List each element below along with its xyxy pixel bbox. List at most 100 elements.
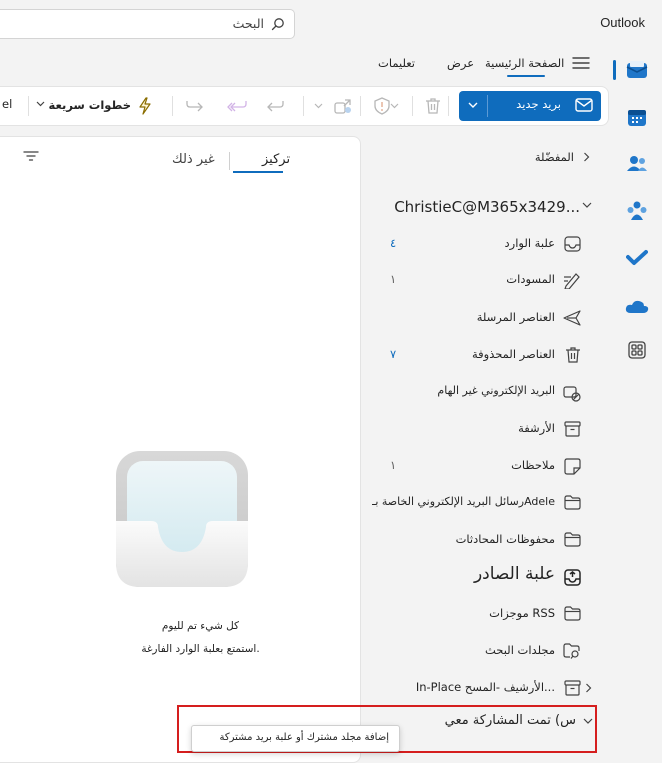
- folder-label: العناصر المحذوفة: [471, 347, 555, 361]
- empty-inbox-illustration: [113, 449, 251, 591]
- move-to-folder-icon[interactable]: [333, 97, 353, 115]
- folder-deleted[interactable]: العناصر المحذوفة ٧: [360, 337, 605, 373]
- tab-home[interactable]: الصفحة الرئيسية: [485, 56, 564, 70]
- inbox-icon: [564, 236, 581, 252]
- notes-icon: [564, 458, 581, 475]
- quick-steps-label: خطوات سريعة: [48, 98, 131, 112]
- chevron-down-icon[interactable]: [36, 101, 45, 107]
- sent-icon: [563, 310, 581, 326]
- onedrive-app-icon[interactable]: [624, 293, 650, 319]
- archive-icon: [564, 421, 581, 437]
- folder-label: علبة الصادر: [473, 564, 555, 584]
- search-input[interactable]: البحث: [0, 9, 295, 39]
- folder-label: In-Place الأرشيف -المسح...: [415, 680, 555, 694]
- quick-steps-button[interactable]: خطوات سريعة: [49, 91, 159, 121]
- tab-other[interactable]: غير ذلك: [172, 152, 215, 167]
- trash-icon: [565, 346, 581, 364]
- folder-adele-emails[interactable]: رسائل البريد الإلكتروني الخاصة بـAdele: [360, 485, 605, 521]
- add-shared-folder-tooltip[interactable]: إضافة مجلد مشترك أو علبة بريد مشتركة: [191, 725, 400, 752]
- truncated-command-label[interactable]: el: [2, 97, 12, 111]
- folder-label: الأرشفة: [518, 421, 555, 435]
- folder-label: رسائل البريد الإلكتروني الخاصة بـAdele: [372, 495, 555, 508]
- delete-icon[interactable]: [425, 97, 441, 115]
- forward-icon[interactable]: [186, 97, 204, 113]
- more-apps-icon[interactable]: [624, 337, 650, 363]
- calendar-app-icon[interactable]: [624, 105, 650, 131]
- empty-state-title: كل شيء تم لليوم: [161, 620, 240, 632]
- favorites-header[interactable]: المفضّلة: [535, 150, 574, 164]
- folder-icon: [564, 606, 581, 621]
- folder-icon: [564, 532, 581, 547]
- filter-icon[interactable]: [23, 150, 39, 162]
- new-mail-button[interactable]: بريد جديد: [459, 91, 601, 121]
- folder-conversation-history[interactable]: محفوظات المحادثات: [360, 522, 605, 558]
- folder-junk[interactable]: البريد الإلكتروني غير الهام: [360, 374, 605, 410]
- search-folder-icon: [563, 643, 581, 660]
- tab-help[interactable]: تعليمات: [378, 56, 415, 70]
- search-icon: [271, 17, 285, 31]
- people-app-icon[interactable]: [624, 151, 650, 177]
- reply-icon[interactable]: [266, 97, 284, 113]
- divider: [28, 96, 29, 116]
- rail-active-indicator: [613, 60, 616, 80]
- folder-sent[interactable]: العناصر المرسلة: [360, 300, 605, 336]
- hamburger-menu-icon[interactable]: [572, 56, 590, 70]
- tab-home-underline: [507, 75, 545, 77]
- item-count: ١: [390, 458, 397, 472]
- folder-label: البريد الإلكتروني غير الهام: [437, 384, 555, 397]
- reply-all-icon[interactable]: [227, 97, 247, 113]
- divider: [303, 96, 304, 116]
- folder-label: علبة الوارد: [504, 236, 555, 250]
- chevron-right-icon[interactable]: [585, 683, 592, 693]
- empty-state-subtitle: استمتع بعلبة الوارد الفارغة.: [141, 643, 260, 655]
- folder-label: ملاحظات: [511, 458, 555, 472]
- account-header[interactable]: ChristieC@M365x3429...: [394, 198, 580, 216]
- folder-search-folders[interactable]: مجلدات البحث: [360, 633, 605, 669]
- shared-with-me-header[interactable]: س) تمت المشاركة معي: [445, 713, 576, 728]
- divider: [360, 96, 361, 116]
- mail-icon: [575, 98, 593, 112]
- tab-view[interactable]: عرض: [447, 56, 474, 70]
- divider: [448, 96, 449, 116]
- chevron-down-icon[interactable]: [314, 103, 323, 109]
- chevron-down-icon[interactable]: [583, 718, 593, 725]
- chevron-down-icon[interactable]: [582, 202, 592, 209]
- folder-archive[interactable]: الأرشفة: [360, 411, 605, 447]
- folder-icon: [564, 495, 581, 510]
- new-mail-label: بريد جديد: [516, 97, 561, 111]
- chevron-down-icon[interactable]: [468, 101, 478, 109]
- folder-rss[interactable]: موجزات RSS: [360, 596, 605, 632]
- folder-label: محفوظات المحادثات: [455, 532, 555, 546]
- folder-in-place-archive[interactable]: In-Place الأرشيف -المسح...: [360, 670, 605, 706]
- archive-icon: [564, 680, 581, 696]
- divider: [229, 152, 230, 170]
- drafts-icon: [563, 272, 581, 289]
- tab-focused[interactable]: تركيز: [262, 152, 290, 167]
- folder-label: مجلدات البحث: [485, 643, 555, 657]
- chevron-down-icon[interactable]: [390, 103, 399, 109]
- todo-app-icon[interactable]: [624, 245, 650, 271]
- folder-label: موجزات RSS: [489, 606, 555, 620]
- item-count: ١: [390, 272, 397, 286]
- unread-count: ٤: [390, 236, 397, 250]
- folder-outbox[interactable]: علبة الصادر: [360, 559, 605, 595]
- app-title: Outlook: [600, 15, 645, 30]
- unread-count: ٧: [390, 347, 397, 361]
- chevron-right-icon[interactable]: [583, 152, 590, 162]
- tab-focused-underline: [233, 171, 283, 173]
- folder-label: المسودات: [506, 272, 555, 286]
- tooltip-text: إضافة مجلد مشترك أو علبة بريد مشتركة: [219, 732, 390, 743]
- outbox-icon: [564, 569, 581, 586]
- folder-notes[interactable]: ملاحظات ١: [360, 448, 605, 484]
- lightning-icon: [137, 97, 153, 115]
- groups-app-icon[interactable]: [624, 198, 650, 224]
- new-mail-split-divider: [487, 95, 488, 117]
- folder-inbox[interactable]: علبة الوارد ٤: [360, 226, 605, 262]
- mail-app-icon[interactable]: [624, 57, 650, 83]
- report-icon[interactable]: [373, 97, 391, 115]
- junk-icon: [563, 384, 581, 402]
- folder-label: العناصر المرسلة: [476, 310, 555, 324]
- divider: [172, 96, 173, 116]
- search-placeholder: البحث: [232, 16, 264, 31]
- folder-drafts[interactable]: المسودات ١: [360, 262, 605, 298]
